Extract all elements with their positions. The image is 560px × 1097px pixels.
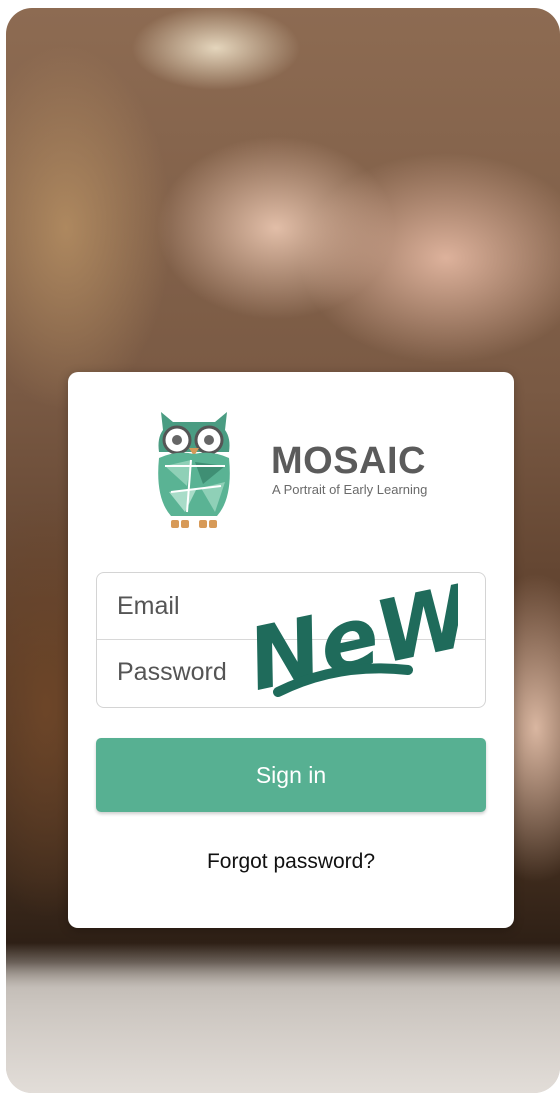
background-blanket (6, 943, 560, 1093)
background-photo: MOSAIC A Portrait of Early Learning Emai… (6, 8, 560, 1093)
forgot-password-link[interactable]: Forgot password? (68, 850, 514, 874)
brand-name: MOSAIC (271, 440, 426, 482)
new-badge-text: NeW! (240, 558, 458, 702)
login-card: MOSAIC A Portrait of Early Learning Emai… (68, 372, 514, 928)
owl-logo-icon (158, 412, 230, 528)
new-badge: NeW! (240, 558, 458, 702)
sign-in-button[interactable]: Sign in (96, 738, 486, 812)
brand-tagline: A Portrait of Early Learning (272, 482, 428, 497)
